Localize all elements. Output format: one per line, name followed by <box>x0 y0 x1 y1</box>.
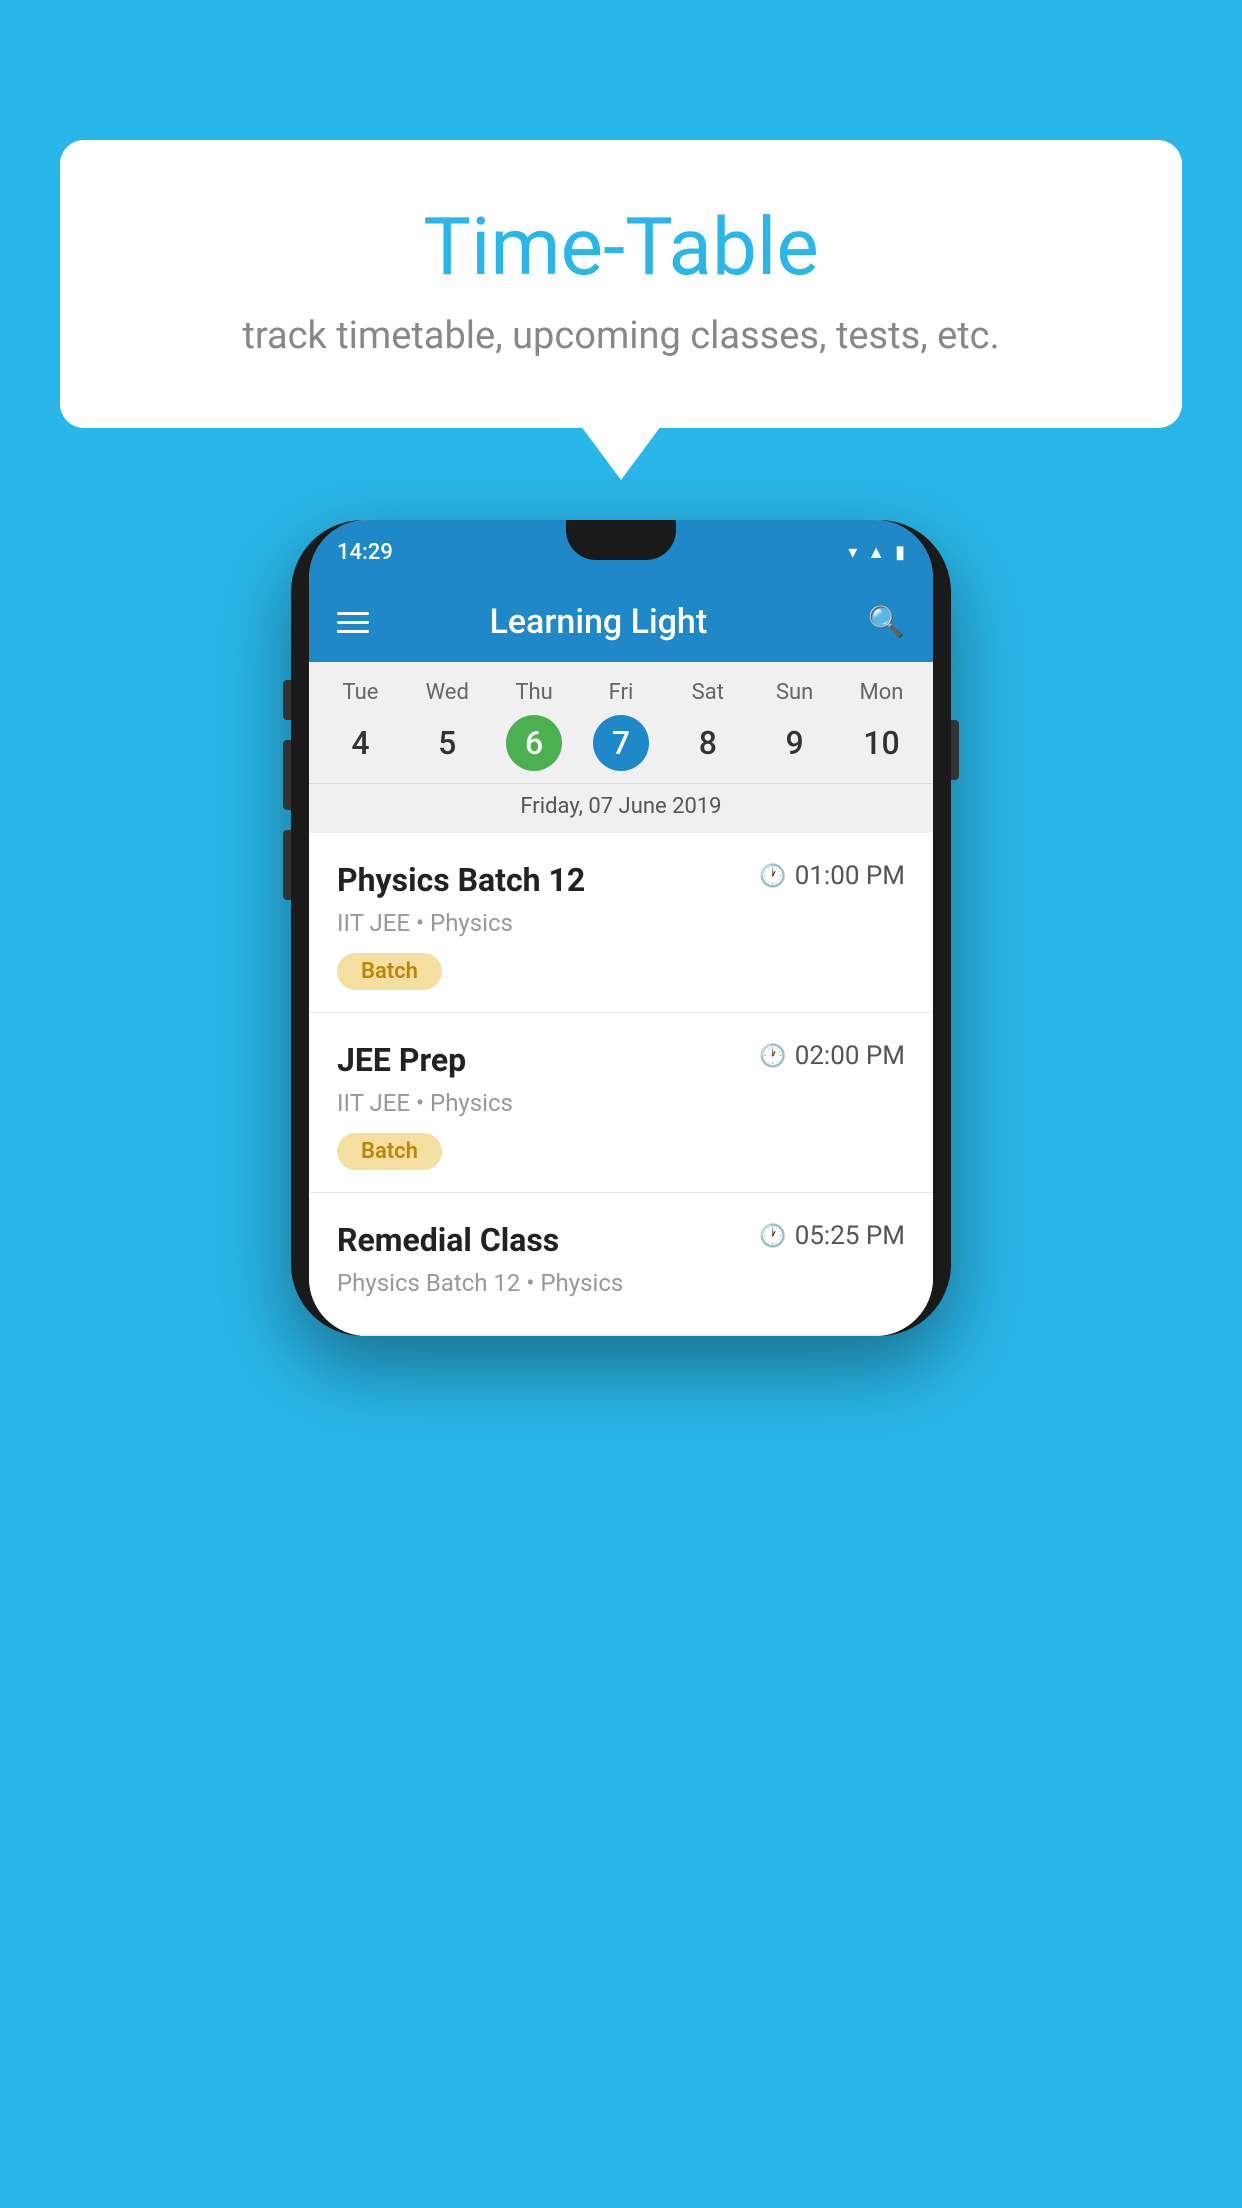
schedule-item-title: JEE Prep <box>337 1041 466 1079</box>
power-button <box>951 720 959 780</box>
schedule-item-sub: Physics Batch 12 • Physics <box>337 1269 905 1297</box>
clock-icon: 🕐 <box>759 1224 786 1249</box>
schedule-item-time: 🕐 01:00 PM <box>759 861 905 891</box>
day-col[interactable]: Sun 9 <box>767 680 823 783</box>
phone-outer: 14:29 ▾ ▲ ▮ Learning Light 🔍 <box>291 520 951 1336</box>
schedule-item[interactable]: JEE Prep 🕐 02:00 PM IIT JEE • Physics Batch <box>309 1013 933 1193</box>
schedule-item-header: Remedial Class 🕐 05:25 PM <box>337 1221 905 1259</box>
wifi-icon: ▾ <box>848 542 857 563</box>
schedule-item[interactable]: Physics Batch 12 🕐 01:00 PM IIT JEE • Phys… <box>309 833 933 1013</box>
volume-down-button <box>283 830 291 900</box>
schedule-item-title: Physics Batch 12 <box>337 861 585 899</box>
app-header: Learning Light 🔍 <box>309 584 933 662</box>
calendar-strip: Tue 4 Wed 5 Thu 6 Fri 7 Sat 8 Sun 9 Mon 10 Friday, 07… <box>309 662 933 833</box>
screen-content: Tue 4 Wed 5 Thu 6 Fri 7 Sat 8 Sun 9 Mon 10 Friday, 07… <box>309 662 933 1336</box>
day-name: Wed <box>426 680 469 705</box>
schedule-item-header: JEE Prep 🕐 02:00 PM <box>337 1041 905 1079</box>
status-icons: ▾ ▲ ▮ <box>848 542 905 563</box>
search-button[interactable]: 🔍 <box>868 605 905 640</box>
speech-bubble: Time-Table track timetable, upcoming cla… <box>60 140 1182 428</box>
mute-button <box>283 680 291 720</box>
day-col[interactable]: Fri 7 <box>593 680 649 783</box>
day-number[interactable]: 4 <box>332 715 388 771</box>
phone-screen: 14:29 ▾ ▲ ▮ Learning Light 🔍 <box>309 520 933 1336</box>
day-col[interactable]: Mon 10 <box>853 680 909 783</box>
phone-mockup: 14:29 ▾ ▲ ▮ Learning Light 🔍 <box>291 500 951 1356</box>
status-time: 14:29 <box>337 540 393 565</box>
schedule-item-badge: Batch <box>337 1133 442 1170</box>
day-number[interactable]: 9 <box>767 715 823 771</box>
selected-date-label: Friday, 07 June 2019 <box>309 783 933 833</box>
clock-icon: 🕐 <box>759 864 786 889</box>
days-row: Tue 4 Wed 5 Thu 6 Fri 7 Sat 8 Sun 9 Mon 10 <box>309 680 933 783</box>
signal-icon: ▲ <box>867 542 885 563</box>
schedule-item-time: 🕐 05:25 PM <box>759 1221 905 1251</box>
day-number[interactable]: 10 <box>853 715 909 771</box>
bubble-title: Time-Table <box>140 200 1102 294</box>
day-col[interactable]: Sat 8 <box>680 680 736 783</box>
clock-icon: 🕐 <box>759 1044 786 1069</box>
schedule-item-badge: Batch <box>337 953 442 990</box>
battery-icon: ▮ <box>895 542 905 563</box>
day-number[interactable]: 7 <box>593 715 649 771</box>
schedule-item[interactable]: Remedial Class 🕐 05:25 PM Physics Batch 12… <box>309 1193 933 1336</box>
bubble-subtitle: track timetable, upcoming classes, tests… <box>140 314 1102 358</box>
day-number[interactable]: 8 <box>680 715 736 771</box>
schedule-item-title: Remedial Class <box>337 1221 559 1259</box>
notch <box>566 520 676 560</box>
schedule-list: Physics Batch 12 🕐 01:00 PM IIT JEE • Phys… <box>309 833 933 1336</box>
day-name: Fri <box>609 680 634 705</box>
volume-up-button <box>283 740 291 810</box>
day-name: Mon <box>860 680 904 705</box>
status-bar: 14:29 ▾ ▲ ▮ <box>309 520 933 584</box>
day-col[interactable]: Thu 6 <box>506 680 562 783</box>
app-title: Learning Light <box>329 602 868 642</box>
day-name: Thu <box>515 680 552 705</box>
day-name: Sat <box>692 680 724 705</box>
day-name: Sun <box>776 680 813 705</box>
day-number[interactable]: 5 <box>419 715 475 771</box>
day-col[interactable]: Wed 5 <box>419 680 475 783</box>
day-col[interactable]: Tue 4 <box>332 680 388 783</box>
schedule-item-sub: IIT JEE • Physics <box>337 909 905 937</box>
schedule-item-time: 🕐 02:00 PM <box>759 1041 905 1071</box>
day-name: Tue <box>342 680 378 705</box>
schedule-item-header: Physics Batch 12 🕐 01:00 PM <box>337 861 905 899</box>
speech-bubble-container: Time-Table track timetable, upcoming cla… <box>60 140 1182 428</box>
day-number[interactable]: 6 <box>506 715 562 771</box>
schedule-item-sub: IIT JEE • Physics <box>337 1089 905 1117</box>
